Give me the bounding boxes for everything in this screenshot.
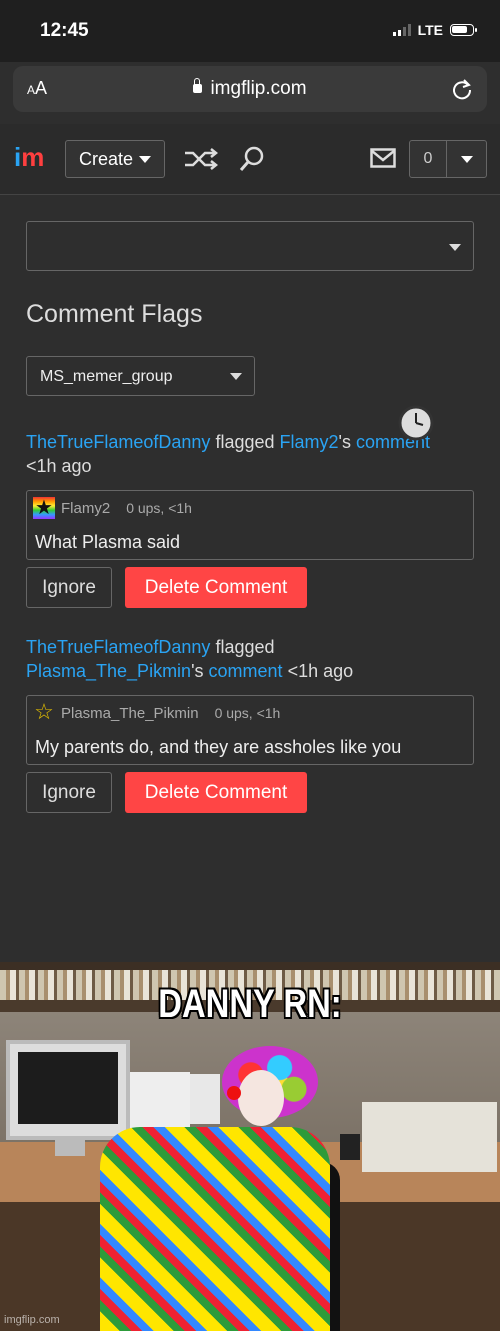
ignore-button[interactable]: Ignore (26, 567, 112, 608)
comment-username[interactable]: Plasma_The_Pikmin (61, 705, 199, 722)
chevron-down-icon (449, 244, 461, 251)
comment-meta: Flamy2 0 ups, <1h (33, 495, 192, 520)
network-label: LTE (417, 22, 443, 38)
clown-costume (100, 1127, 330, 1331)
battery-icon (450, 24, 477, 36)
flagger-link[interactable]: TheTrueFlameofDanny (26, 432, 210, 452)
watermark: imgflip.com (4, 1314, 60, 1326)
signal-icon (392, 24, 411, 36)
comment-card: ☆ Plasma_The_Pikmin 0 ups, <1h My parent… (26, 695, 474, 765)
comment-card: Flamy2 0 ups, <1h What Plasma said (26, 490, 474, 560)
comment-meta: ☆ Plasma_The_Pikmin 0 ups, <1h (33, 701, 281, 724)
notifications-button[interactable]: 0 (409, 140, 487, 178)
status-time: 12:45 (40, 20, 89, 41)
reload-icon[interactable] (451, 77, 473, 101)
delete-comment-button[interactable]: Delete Comment (125, 772, 307, 813)
chevron-down-icon (460, 155, 473, 163)
meme-caption: DANNY RN: (158, 982, 342, 1026)
monitor-stand (55, 1140, 85, 1156)
lock-icon (193, 78, 203, 93)
create-button[interactable]: Create (65, 140, 165, 178)
comment-link[interactable]: comment (209, 661, 283, 681)
browser-address-bar[interactable]: AA imgflip.com (13, 66, 487, 112)
paper-trays (362, 1102, 497, 1172)
mail-icon[interactable] (370, 148, 396, 168)
notification-count: 0 (410, 141, 447, 177)
avatar[interactable] (33, 495, 55, 520)
mug (340, 1134, 360, 1160)
pinned-papers (130, 1072, 190, 1132)
chevron-down-icon (230, 373, 242, 380)
comment-text: What Plasma said (35, 532, 181, 552)
group-select[interactable]: MS_memer_group (26, 356, 255, 396)
page-title: Comment Flags (26, 300, 203, 328)
clown-nose (227, 1086, 241, 1100)
notifications-dropdown[interactable] (447, 141, 486, 177)
ignore-button[interactable]: Ignore (26, 772, 112, 813)
create-label: Create (78, 148, 134, 169)
comment-stats: 0 ups, <1h (214, 705, 281, 721)
search-icon[interactable] (238, 145, 266, 173)
comment-username[interactable]: Flamy2 (61, 500, 110, 517)
comment-stats: 0 ups, <1h (126, 500, 192, 516)
delete-comment-button[interactable]: Delete Comment (125, 567, 307, 608)
clown-face (238, 1070, 284, 1126)
status-bar: 12:45 LTE (0, 0, 500, 62)
pinned-papers (190, 1074, 220, 1124)
imgflip-logo[interactable]: im (14, 142, 44, 173)
comment-text: My parents do, and they are assholes lik… (35, 737, 402, 757)
status-indicators: LTE (392, 22, 477, 38)
flagger-link[interactable]: TheTrueFlameofDanny (26, 637, 210, 657)
star-icon[interactable]: ☆ (33, 701, 55, 724)
shuffle-icon[interactable] (183, 147, 219, 171)
url-field[interactable]: imgflip.com (13, 78, 487, 100)
clock-icon (398, 405, 434, 441)
flagged-user-link[interactable]: Flamy2 (280, 432, 339, 452)
imgflip-page: 12:45 LTE AA imgflip.com im Create 0 Com… (0, 0, 500, 962)
flag-summary: TheTrueFlameofDanny flagged Plasma_The_P… (26, 637, 354, 681)
computer-monitor (6, 1040, 130, 1140)
flag-time: <1h ago (26, 456, 92, 476)
url-text: imgflip.com (210, 78, 307, 99)
chevron-down-icon (139, 155, 152, 163)
page-select-dropdown[interactable] (26, 221, 474, 271)
flagged-user-link[interactable]: Plasma_The_Pikmin (26, 661, 191, 681)
flag-time: <1h ago (287, 661, 354, 681)
